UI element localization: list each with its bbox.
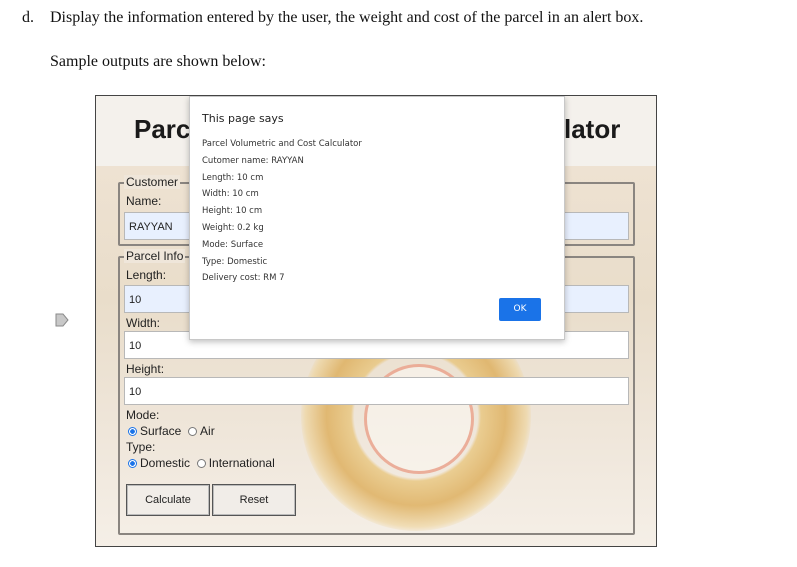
height-input[interactable]: 10	[124, 377, 629, 405]
type-domestic-label: Domestic	[140, 456, 191, 470]
alert-line: Mode: Surface	[202, 239, 264, 250]
height-label: Height:	[126, 362, 165, 376]
length-label: Length:	[126, 268, 167, 282]
alert-title: This page says	[202, 112, 284, 125]
sample-screenshot: Parc lator Customer Name: RAYYAN Parcel …	[95, 95, 657, 547]
alert-line: Weight: 0.2 kg	[202, 222, 264, 233]
page-title-right: lator	[564, 114, 621, 144]
width-label: Width:	[126, 316, 161, 330]
type-international-radio[interactable]	[196, 459, 206, 468]
alert-dialog: This page says Parcel Volumetric and Cos…	[189, 96, 565, 340]
name-label: Name:	[126, 194, 162, 208]
alert-message: Parcel Volumetric and Cost Calculator Cu…	[202, 136, 362, 287]
customer-legend: Customer	[124, 175, 181, 189]
reset-button[interactable]: Reset	[212, 484, 296, 516]
alert-line: Parcel Volumetric and Cost Calculator	[202, 139, 362, 149]
calculate-button[interactable]: Calculate	[126, 484, 210, 516]
alert-line: Width: 10 cm	[202, 189, 259, 200]
type-radio-group: Domestic International	[128, 456, 275, 470]
page-title-left: Parc	[134, 114, 191, 144]
sample-caption: Sample outputs are shown below:	[50, 53, 266, 70]
ok-button[interactable]: OK	[499, 298, 541, 321]
type-label: Type:	[126, 440, 156, 454]
instruction-line: d. Display the information entered by the…	[22, 9, 643, 27]
mode-radio-group: Surface Air	[128, 424, 215, 438]
instruction-text: Display the information entered by the u…	[50, 9, 644, 26]
mode-air-label: Air	[200, 424, 215, 438]
mode-surface-radio[interactable]	[128, 427, 137, 436]
alert-line: Length: 10 cm	[202, 172, 264, 183]
mode-surface-label: Surface	[140, 424, 182, 438]
type-domestic-radio[interactable]	[128, 459, 137, 468]
mode-label: Mode:	[126, 408, 160, 422]
parcel-legend: Parcel Info	[124, 249, 186, 263]
alert-line: Type: Domestic	[202, 256, 268, 267]
alert-line: Cutomer name: RAYYAN	[202, 155, 304, 166]
type-international-label: International	[208, 456, 275, 470]
alert-line: Height: 10 cm	[202, 206, 263, 217]
alert-line: Delivery cost: RM 7	[202, 273, 285, 284]
list-marker: d.	[22, 9, 34, 26]
pointer-arrow-icon	[55, 313, 69, 327]
mode-air-radio[interactable]	[188, 427, 198, 436]
